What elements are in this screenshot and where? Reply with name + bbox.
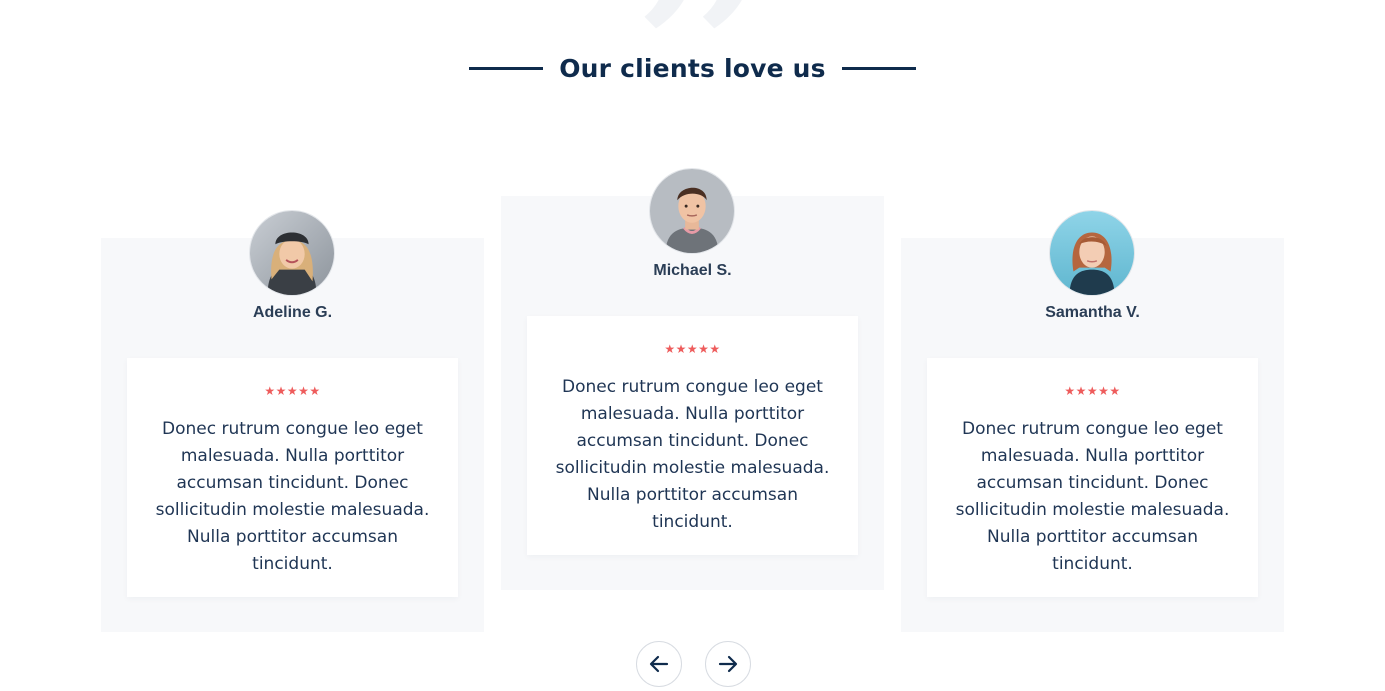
title-divider-left [469,66,544,70]
arrow-right-icon [718,655,738,673]
client-name: Adeline G. [252,304,333,321]
testimonial-card: Michael S. ★★★★★ Donec rutrum congue leo… [501,168,884,590]
testimonial-card: Adeline G. ★★★★★ Donec rutrum congue leo… [101,210,484,632]
avatar [1049,210,1135,296]
client-name: Samantha V. [1045,304,1140,321]
review-box: ★★★★★ Donec rutrum congue leo eget males… [927,358,1258,597]
section-title: Our clients love us [559,53,826,83]
review-text: Donec rutrum congue leo eget malesuada. … [555,377,830,532]
quote-mark-icon: ” [623,0,777,244]
review-text: Donec rutrum congue leo eget malesuada. … [955,419,1230,574]
avatar [249,210,335,296]
arrow-left-icon [649,655,669,673]
section-header: Our clients love us [0,46,1385,90]
star-rating: ★★★★★ [1064,384,1121,398]
client-name: Michael S. [653,262,732,279]
star-rating: ★★★★★ [664,342,721,356]
review-box: ★★★★★ Donec rutrum congue leo eget males… [527,316,858,555]
testimonial-card: Samantha V. ★★★★★ Donec rutrum congue le… [901,210,1284,632]
star-rating: ★★★★★ [264,384,321,398]
avatar [649,168,735,254]
review-text: Donec rutrum congue leo eget malesuada. … [155,419,430,574]
review-box: ★★★★★ Donec rutrum congue leo eget males… [127,358,458,597]
next-button[interactable] [705,641,751,687]
previous-button[interactable] [636,641,682,687]
title-divider-right [841,66,916,70]
